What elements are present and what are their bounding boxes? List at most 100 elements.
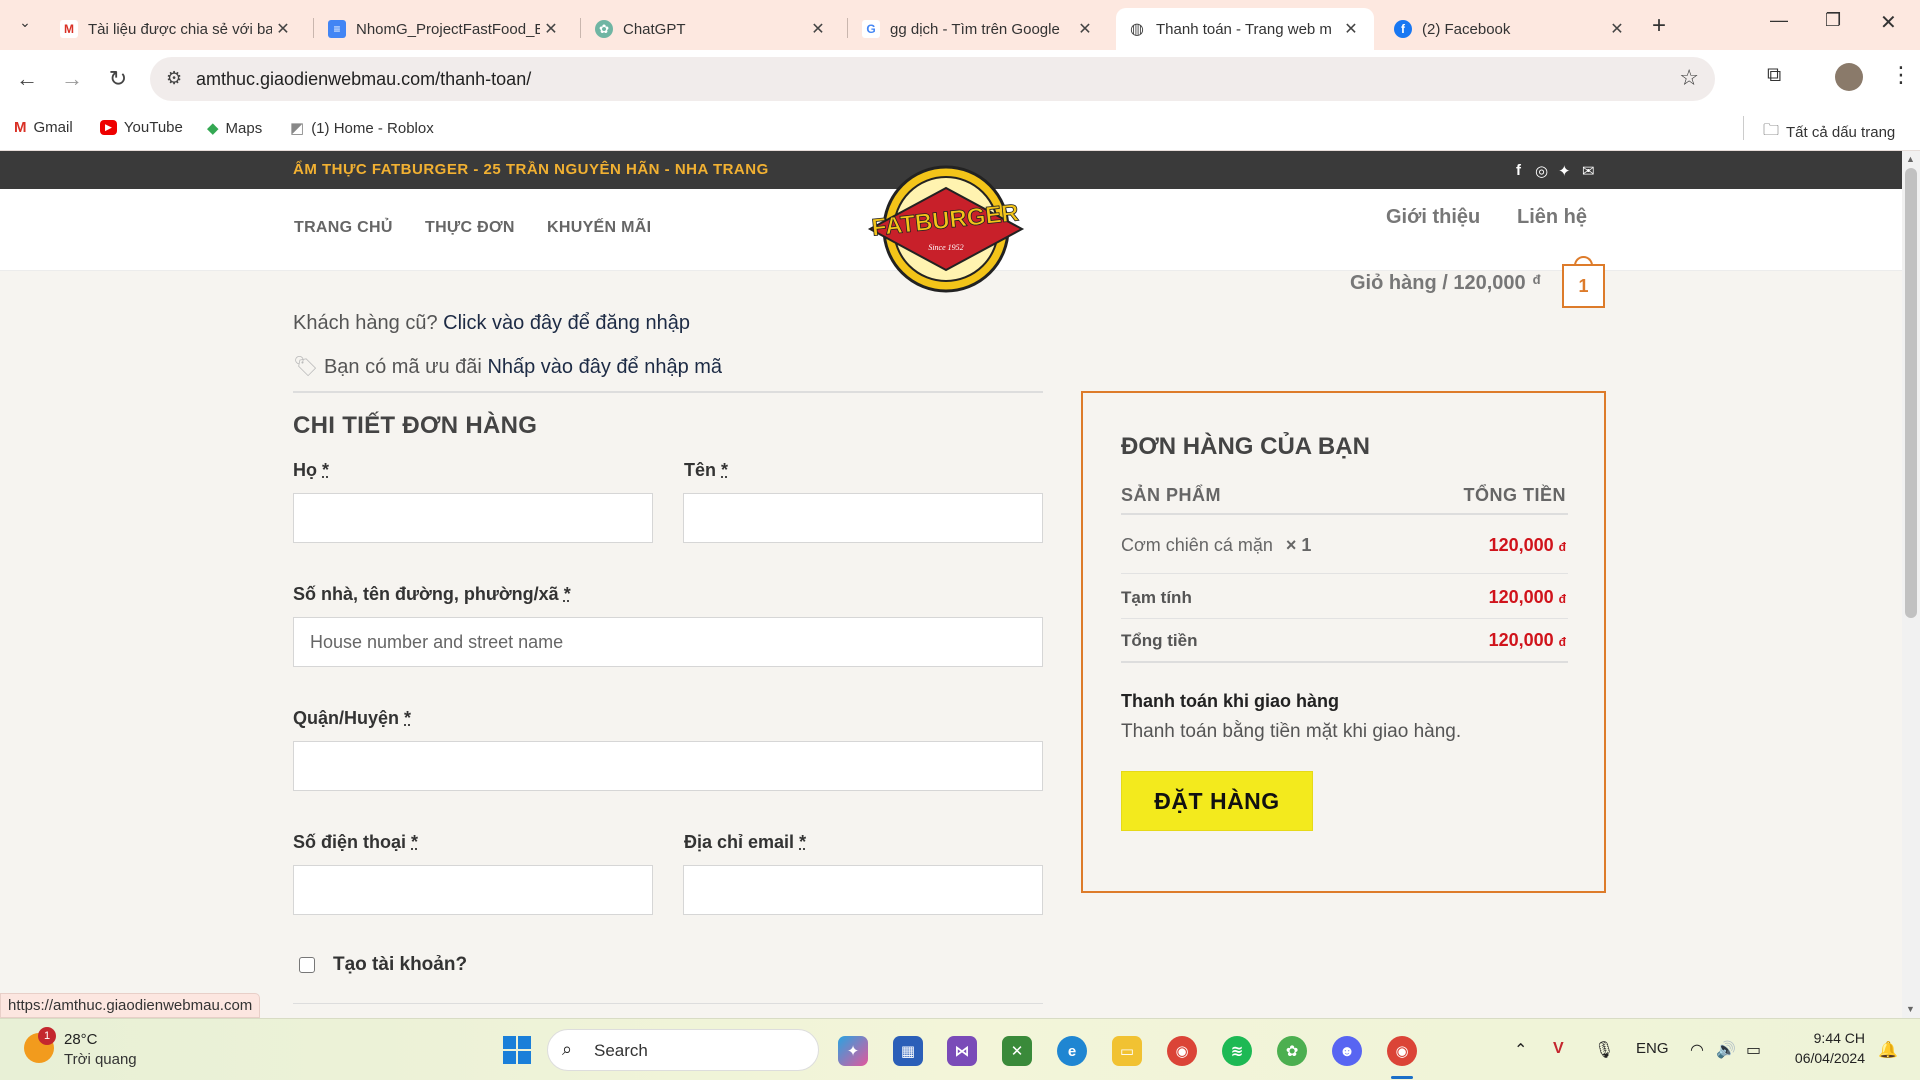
create-account-checkbox[interactable] — [299, 957, 315, 973]
bookmark-roblox[interactable]: ◩ (1) Home - Roblox — [290, 119, 434, 138]
bookmark-maps[interactable]: ◆ Maps — [207, 119, 262, 138]
window-close-icon[interactable]: ✕ — [1880, 10, 1897, 35]
nav-home[interactable]: TRANG CHỦ — [294, 219, 393, 237]
tab-docs[interactable]: ≡ NhomG_ProjectFastFood_B ✕ — [316, 8, 574, 50]
vivaldi-tray-icon[interactable]: V — [1553, 1040, 1564, 1058]
close-icon[interactable]: ✕ — [1340, 19, 1362, 39]
back-icon[interactable]: ← — [12, 64, 42, 94]
restore-icon[interactable]: ❐ — [1825, 10, 1841, 31]
new-tab-icon[interactable]: + — [1652, 12, 1666, 40]
last-name-input[interactable] — [293, 493, 653, 543]
clock-date[interactable]: 06/04/2024 — [1785, 1050, 1865, 1066]
scroll-up-icon[interactable]: ▲ — [1906, 154, 1915, 164]
wifi-icon[interactable]: ◠ — [1690, 1040, 1704, 1060]
email-input[interactable] — [683, 865, 1043, 915]
fatburger-logo[interactable]: FATBURGER Since 1952 — [866, 164, 1026, 294]
close-icon[interactable]: ✕ — [1074, 19, 1096, 39]
close-icon[interactable]: ✕ — [807, 19, 829, 39]
instagram-icon[interactable]: ◎ — [1535, 162, 1548, 180]
scroll-down-icon[interactable]: ▼ — [1906, 1004, 1915, 1014]
forward-icon[interactable]: → — [57, 64, 87, 94]
email-label: Địa chỉ email * — [684, 832, 807, 852]
phone-input[interactable] — [293, 865, 653, 915]
nav-about[interactable]: Giới thiệu — [1386, 206, 1480, 229]
tab-google[interactable]: G gg dịch - Tìm trên Google ✕ — [850, 8, 1108, 50]
login-link[interactable]: Click vào đây để đăng nhập — [443, 312, 690, 334]
site-info-icon[interactable]: ⚙ — [166, 68, 182, 89]
chrome-icon[interactable]: ◉ — [1167, 1036, 1197, 1066]
edge-icon[interactable]: e — [1057, 1036, 1087, 1066]
volume-icon[interactable]: 🔊 — [1716, 1040, 1736, 1060]
topbar-address: ẨM THỰC FATBURGER - 25 TRẦN NGUYÊN HÃN -… — [293, 161, 769, 178]
tab-strip: ⌄ M Tài liệu được chia sẻ với ba ✕ ≡ Nho… — [0, 0, 1920, 50]
bookmarks-bar: M Gmail ▶ YouTube ◆ Maps ◩ (1) Home - Ro… — [0, 108, 1920, 151]
close-icon[interactable]: ✕ — [1606, 19, 1628, 39]
phone-label: Số điện thoại * — [293, 832, 419, 852]
address-bar[interactable]: ⚙ amthuc.giaodienwebmau.com/thanh-toan/ … — [150, 57, 1715, 101]
app-icon[interactable]: ✕ — [1002, 1036, 1032, 1066]
cart-summary[interactable]: Giỏ hàng / 120,000 đ — [1350, 272, 1541, 295]
tab-chatgpt[interactable]: ✿ ChatGPT ✕ — [583, 8, 841, 50]
profile-avatar[interactable] — [1835, 63, 1863, 91]
tab-title: Tài liệu được chia sẻ với ba — [88, 20, 272, 38]
facebook-icon: f — [1394, 20, 1412, 38]
taskbar-search[interactable]: ⌕ Search — [547, 1029, 819, 1071]
notification-bell-icon[interactable]: 🔔 — [1878, 1040, 1898, 1060]
minimize-icon[interactable]: — — [1770, 10, 1788, 31]
billing-title: CHI TIẾT ĐƠN HÀNG — [293, 412, 538, 439]
facebook-icon[interactable]: f — [1516, 162, 1521, 179]
bookmark-youtube[interactable]: ▶ YouTube — [100, 119, 183, 136]
nav-promotions[interactable]: KHUYẾN MÃI — [547, 219, 651, 237]
tray-chevron-icon[interactable]: ⌃ — [1514, 1040, 1527, 1060]
spotify-icon[interactable]: ≋ — [1222, 1036, 1252, 1066]
twitter-icon[interactable]: ✦ — [1558, 162, 1571, 180]
language-indicator[interactable]: ENG — [1636, 1040, 1669, 1057]
tab-title: ChatGPT — [623, 20, 686, 38]
file-explorer-icon[interactable]: ▭ — [1112, 1036, 1142, 1066]
store-icon[interactable]: ▦ — [893, 1036, 923, 1066]
place-order-button[interactable]: ĐẶT HÀNG — [1121, 771, 1313, 831]
visual-studio-icon[interactable]: ⋈ — [947, 1036, 977, 1066]
subtotal-label: Tạm tính — [1121, 588, 1192, 607]
app-green-icon[interactable]: ✿ — [1277, 1036, 1307, 1066]
copilot-icon[interactable]: ✦ — [838, 1036, 868, 1066]
nav-contact[interactable]: Liên hệ — [1517, 206, 1587, 229]
tab-checkout[interactable]: ◍ Thanh toán - Trang web m ✕ — [1116, 8, 1374, 50]
address-input[interactable] — [293, 617, 1043, 667]
tab-gmail[interactable]: M Tài liệu được chia sẻ với ba ✕ — [48, 8, 306, 50]
create-account-label[interactable]: Tạo tài khoản? — [333, 954, 467, 976]
reload-icon[interactable]: ↻ — [103, 64, 133, 94]
discord-icon[interactable]: ☻ — [1332, 1036, 1362, 1066]
scrollbar-thumb[interactable] — [1905, 168, 1917, 618]
url-text[interactable]: amthuc.giaodienwebmau.com/thanh-toan/ — [196, 69, 531, 90]
extensions-icon[interactable]: ⧉ — [1767, 64, 1781, 87]
first-name-input[interactable] — [683, 493, 1043, 543]
menu-icon[interactable]: ⋮ — [1890, 62, 1912, 88]
clock-time[interactable]: 9:44 CH — [1785, 1030, 1865, 1046]
bookmark-gmail[interactable]: M Gmail — [14, 119, 73, 136]
maps-icon: ◆ — [207, 120, 219, 137]
close-icon[interactable]: ✕ — [272, 19, 294, 39]
tab-search-icon[interactable]: ⌄ — [12, 14, 38, 40]
col-product: SẢN PHẨM — [1121, 485, 1222, 505]
cart-count-badge[interactable]: 1 — [1562, 264, 1605, 308]
mic-icon[interactable]: 🎙 — [1594, 1040, 1614, 1060]
chrome-active-icon[interactable]: ◉ — [1387, 1036, 1417, 1066]
subtotal-value: 120,000 đ — [1488, 587, 1566, 607]
close-icon[interactable]: ✕ — [540, 19, 562, 39]
divider — [293, 1003, 1043, 1004]
all-bookmarks[interactable]: 🗀 Tất cả dấu trang — [1763, 119, 1895, 146]
district-input[interactable] — [293, 741, 1043, 791]
coupon-link[interactable]: Nhấp vào đây để nhập mã — [487, 356, 722, 378]
tab-facebook[interactable]: f (2) Facebook ✕ — [1382, 8, 1640, 50]
nav-menu[interactable]: THỰC ĐƠN — [425, 219, 515, 237]
coupon-notice: 🏷 Bạn có mã ưu đãi Nhấp vào đây để nhập … — [293, 356, 723, 378]
windows-start-icon[interactable] — [503, 1036, 531, 1064]
battery-icon[interactable]: ▭ — [1746, 1040, 1761, 1060]
tab-title: gg dịch - Tìm trên Google — [890, 20, 1060, 38]
svg-text:Since 1952: Since 1952 — [928, 243, 963, 252]
total-value: 120,000 đ — [1488, 630, 1566, 650]
mail-icon[interactable]: ✉ — [1582, 162, 1595, 180]
bookmark-star-icon[interactable]: ☆ — [1679, 65, 1699, 91]
item-price: 120,000 đ — [1488, 535, 1566, 555]
